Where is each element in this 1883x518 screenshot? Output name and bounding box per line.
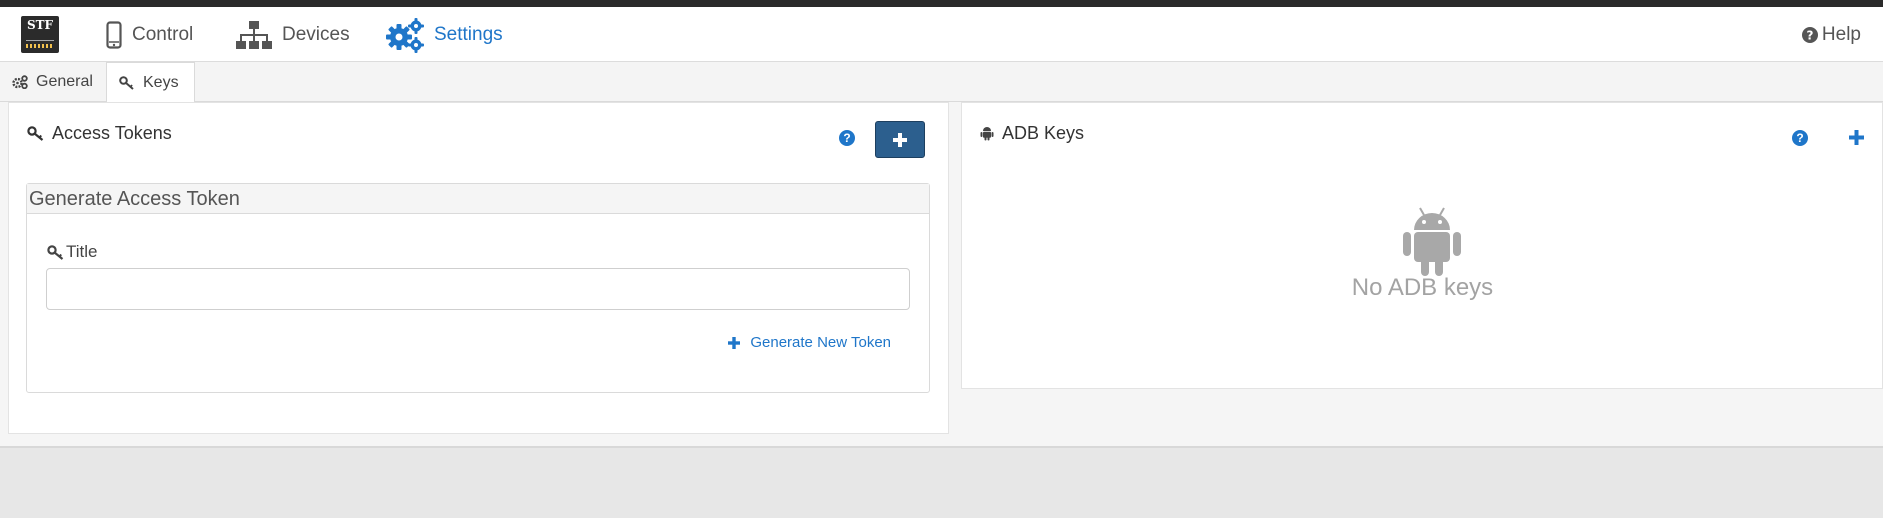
adb-keys-title: ADB Keys (1002, 123, 1085, 143)
generate-token-form: Generate Access Token Title Generate New… (26, 183, 930, 393)
plus-icon (728, 336, 741, 349)
content-divider (0, 446, 1883, 448)
settings-tabs: General Keys (0, 62, 1883, 103)
add-adb-key-button[interactable] (1849, 130, 1864, 150)
add-access-token-button[interactable] (875, 121, 925, 158)
generate-token-header: Generate Access Token (27, 184, 929, 214)
tab-general-label: General (36, 73, 93, 90)
question-circle-icon: ? (1801, 26, 1818, 43)
nav-devices-label: Devices (282, 23, 350, 45)
tab-general[interactable]: General (0, 62, 105, 102)
nav-settings-label: Settings (434, 23, 503, 45)
android-icon (980, 127, 994, 141)
access-tokens-heading: Access Tokens (27, 123, 172, 144)
stf-logo[interactable]: STF (21, 16, 59, 53)
nav-settings[interactable]: Settings (386, 7, 503, 62)
nav-devices[interactable]: Devices (236, 7, 350, 62)
key-icon (27, 126, 44, 141)
logo-text: STF (26, 18, 54, 32)
title-label-text: Title (66, 242, 98, 261)
android-icon (1403, 207, 1461, 276)
gears-icon (12, 75, 28, 89)
plus-icon (893, 132, 907, 147)
tab-keys-label: Keys (143, 73, 179, 91)
access-tokens-panel: Access Tokens ? Generate Access Token Ti… (8, 102, 949, 434)
generate-new-token-link[interactable]: Generate New Token (728, 334, 891, 351)
title-field-label: Title (47, 242, 98, 262)
top-strip (0, 0, 1883, 7)
nav-control[interactable]: Control (106, 7, 193, 62)
sitemap-icon (236, 20, 272, 49)
access-tokens-title: Access Tokens (52, 123, 172, 143)
adb-keys-panel: ADB Keys ? No ADB keys (961, 102, 1883, 389)
cogs-icon (386, 17, 424, 53)
nav-help-label: Help (1821, 23, 1861, 45)
no-adb-keys-message: No ADB keys (1351, 274, 1494, 301)
navbar: STF Control Devices Settings ? Help (0, 7, 1883, 62)
access-tokens-help-icon[interactable]: ? (839, 130, 855, 146)
phone-icon (106, 20, 122, 49)
token-title-input[interactable] (46, 268, 910, 310)
key-icon (47, 244, 64, 260)
nav-help[interactable]: ? Help (1801, 7, 1861, 62)
key-icon (119, 75, 134, 90)
tab-keys[interactable]: Keys (106, 62, 195, 103)
svg-text:?: ? (1806, 28, 1813, 42)
plus-icon (1849, 130, 1864, 145)
adb-keys-heading: ADB Keys (980, 123, 1084, 144)
adb-keys-help-icon[interactable]: ? (1792, 130, 1808, 146)
generate-new-token-label: Generate New Token (750, 334, 891, 351)
nav-control-label: Control (132, 23, 194, 45)
